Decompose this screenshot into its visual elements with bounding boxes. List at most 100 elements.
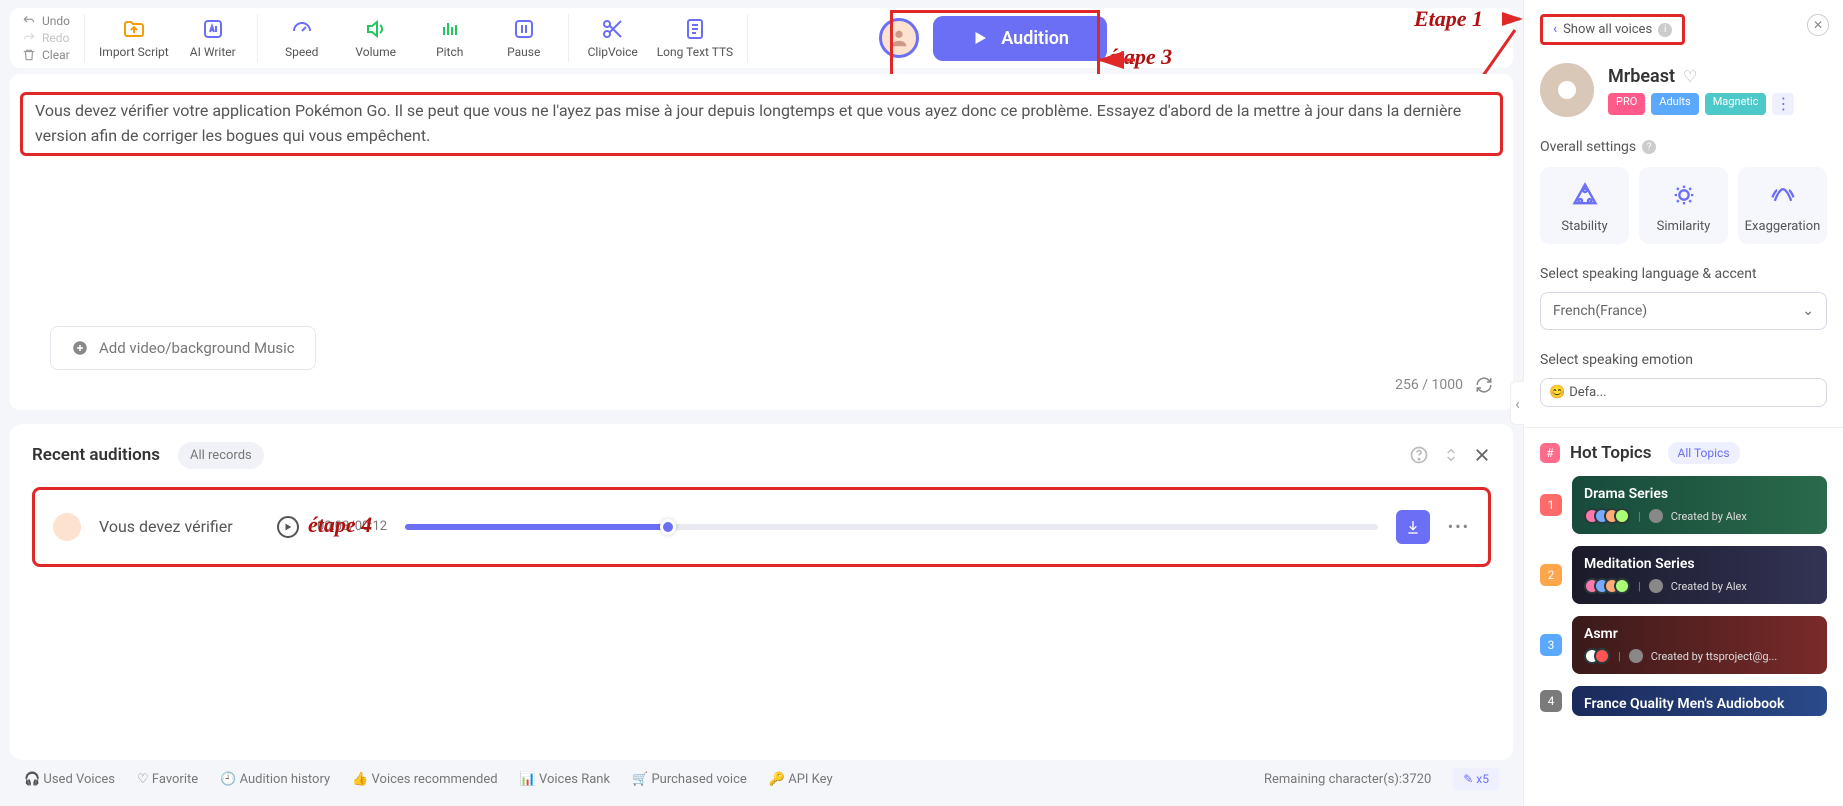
recommended-link[interactable]: 👍 Voices recommended — [352, 772, 497, 787]
voice-avatar-toolbar[interactable] — [879, 18, 919, 58]
sort-icon[interactable] — [1443, 445, 1459, 465]
language-select[interactable]: French(France) ⌄ — [1540, 292, 1827, 330]
topic-row: 2 Meditation Series |Created by Alex — [1540, 546, 1827, 604]
row-time: 00:03/00:12 — [317, 519, 387, 534]
recent-auditions-panel: Recent auditions All records Vous devez … — [10, 424, 1513, 760]
speed-button[interactable]: Speed — [272, 17, 332, 59]
close-icon[interactable] — [1473, 446, 1491, 464]
history-link[interactable]: 🕘 Audition history — [220, 772, 330, 787]
topic-row: 1 Drama Series |Created by Alex — [1540, 476, 1827, 534]
scissors-icon — [601, 17, 625, 41]
favorite-link[interactable]: ♡ Favorite — [137, 772, 198, 787]
clear-label: Clear — [42, 48, 70, 62]
overall-settings-label: Overall settings? — [1540, 139, 1827, 155]
person-icon — [888, 27, 910, 49]
script-textarea[interactable]: Vous devez vérifier votre application Po… — [35, 99, 1488, 149]
similarity-icon — [1670, 181, 1698, 209]
recent-auditions-title: Recent auditions — [32, 445, 160, 465]
topic-row: 3 Asmr |Created by ttsproject@g... — [1540, 616, 1827, 674]
collapse-panel-button[interactable]: ‹ — [1510, 381, 1524, 425]
undo-label: Undo — [42, 14, 70, 28]
add-media-button[interactable]: Add video/background Music — [50, 326, 316, 370]
row-text: Vous devez vérifier — [99, 517, 259, 536]
footer-bar: 🎧 Used Voices ♡ Favorite 🕘 Audition hist… — [10, 760, 1513, 798]
stability-icon — [1571, 181, 1599, 209]
remaining-chars: Remaining character(s):3720 — [1264, 772, 1431, 787]
volume-label: Volume — [355, 45, 396, 59]
all-records-button[interactable]: All records — [178, 442, 264, 469]
show-all-voices-button[interactable]: ‹ Show all voices i — [1540, 14, 1685, 45]
row-download-button[interactable] — [1396, 510, 1430, 544]
row-seekbar[interactable] — [405, 524, 1378, 530]
pause-button[interactable]: Pause — [494, 17, 554, 59]
rank-link[interactable]: 📊 Voices Rank — [520, 772, 610, 787]
ai-writer-button[interactable]: AI Writer — [183, 17, 243, 59]
pitch-label: Pitch — [436, 45, 463, 59]
volume-button[interactable]: Volume — [346, 17, 406, 59]
exaggeration-icon — [1769, 181, 1797, 209]
document-icon — [683, 17, 707, 41]
download-icon — [1405, 519, 1421, 535]
pitch-button[interactable]: Pitch — [420, 17, 480, 59]
heart-icon[interactable]: ♡ — [1683, 67, 1697, 86]
topic-asmr[interactable]: Asmr |Created by ttsproject@g... — [1572, 616, 1827, 674]
pause-icon — [512, 17, 536, 41]
exaggeration-button[interactable]: Exaggeration — [1738, 167, 1827, 244]
all-topics-button[interactable]: All Topics — [1668, 442, 1740, 464]
row-play-button[interactable] — [277, 516, 299, 538]
voice-menu-button[interactable]: ⋮ — [1772, 93, 1794, 115]
folder-icon — [122, 17, 146, 41]
language-value: French(France) — [1553, 303, 1647, 319]
tag-pro: PRO — [1608, 93, 1645, 115]
api-key-link[interactable]: 🔑 API Key — [769, 772, 833, 787]
import-script-button[interactable]: Import Script — [99, 17, 169, 59]
refresh-icon[interactable] — [1475, 376, 1493, 394]
clipvoice-button[interactable]: ClipVoice — [583, 17, 643, 59]
redo-button[interactable]: Redo — [22, 31, 70, 45]
x5-badge[interactable]: ✎ x5 — [1453, 768, 1499, 790]
rank-1: 1 — [1540, 494, 1562, 516]
speed-label: Speed — [285, 45, 318, 59]
show-all-voices-label: Show all voices — [1563, 22, 1652, 37]
side-panel: ‹ Etape 1 ‹ Show all voices i ✕ Mrbeast … — [1523, 0, 1843, 806]
audition-row: Vous devez vérifier 00:03/00:12 ••• — [32, 487, 1491, 567]
topic-france[interactable]: France Quality Men's Audiobook — [1572, 686, 1827, 716]
audition-button[interactable]: Audition — [933, 16, 1107, 61]
hot-icon: # — [1540, 443, 1560, 463]
row-avatar — [53, 513, 81, 541]
import-label: Import Script — [99, 45, 169, 59]
emotion-chip[interactable]: 😊 Defa... — [1540, 378, 1827, 407]
topic-row: 4 France Quality Men's Audiobook — [1540, 686, 1827, 716]
info-icon: i — [1658, 23, 1672, 37]
close-panel-button[interactable]: ✕ — [1807, 14, 1829, 36]
topic-meditation[interactable]: Meditation Series |Created by Alex — [1572, 546, 1827, 604]
tag-adults: Adults — [1651, 93, 1698, 115]
volume-icon — [364, 17, 388, 41]
chevron-down-icon: ⌄ — [1802, 303, 1814, 319]
ai-label: AI Writer — [190, 45, 236, 59]
used-voices-link[interactable]: 🎧 Used Voices — [24, 772, 115, 787]
undo-button[interactable]: Undo — [22, 14, 70, 28]
longtts-label: Long Text TTS — [657, 45, 733, 59]
voice-name: Mrbeast — [1608, 66, 1675, 87]
pitch-icon — [438, 17, 462, 41]
stability-button[interactable]: Stability — [1540, 167, 1629, 244]
language-label: Select speaking language & accent — [1540, 266, 1827, 282]
char-counter: 256 / 1000 — [20, 376, 1503, 394]
audition-label: Audition — [1001, 28, 1069, 49]
similarity-button[interactable]: Similarity — [1639, 167, 1728, 244]
purchased-link[interactable]: 🛒 Purchased voice — [632, 772, 747, 787]
hot-topics-title: Hot Topics — [1570, 443, 1652, 463]
ai-icon — [201, 17, 225, 41]
rank-4: 4 — [1540, 690, 1562, 712]
rank-2: 2 — [1540, 564, 1562, 586]
tag-magnetic: Magnetic — [1705, 93, 1767, 115]
topic-drama[interactable]: Drama Series |Created by Alex — [1572, 476, 1827, 534]
rank-3: 3 — [1540, 634, 1562, 656]
voice-avatar[interactable] — [1540, 63, 1594, 117]
long-tts-button[interactable]: Long Text TTS — [657, 17, 733, 59]
row-more-button[interactable]: ••• — [1448, 517, 1470, 536]
help-icon[interactable] — [1409, 445, 1429, 465]
clear-button[interactable]: Clear — [22, 48, 70, 62]
pause-label: Pause — [507, 45, 540, 59]
